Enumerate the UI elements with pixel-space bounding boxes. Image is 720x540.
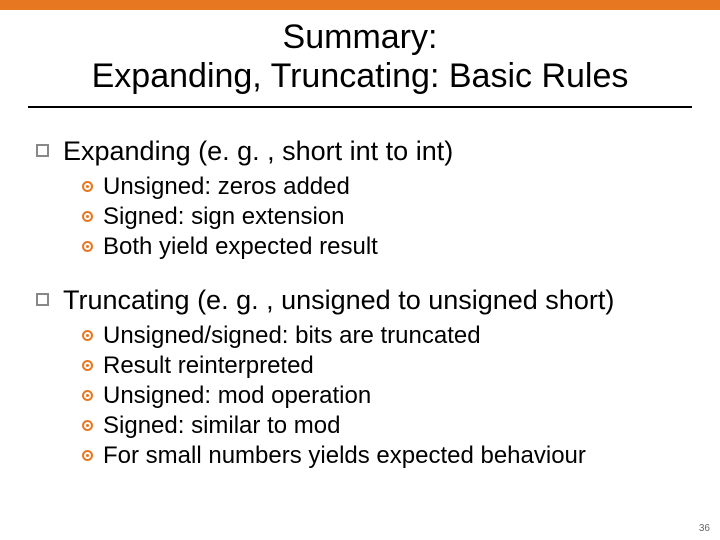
square-bullet-icon: [36, 144, 49, 157]
slide-content: Expanding (e. g. , short int to int) Uns…: [0, 108, 720, 470]
circle-dot-icon: [82, 450, 93, 461]
circle-dot-icon: [82, 420, 93, 431]
section-heading: Expanding (e. g. , short int to int): [63, 136, 453, 167]
bullet-level-2: Unsigned: zeros added: [82, 173, 684, 201]
title-line-1: Summary:: [48, 18, 672, 57]
bullet-level-2: Signed: similar to mod: [82, 412, 684, 440]
sub-item-text: Both yield expected result: [103, 233, 378, 261]
bullet-level-2: Result reinterpreted: [82, 352, 684, 380]
sub-item-text: Signed: sign extension: [103, 203, 345, 231]
bullet-level-2: Signed: sign extension: [82, 203, 684, 231]
accent-bar: [0, 0, 720, 10]
bullet-level-1: Truncating (e. g. , unsigned to unsigned…: [36, 285, 684, 316]
circle-dot-icon: [82, 330, 93, 341]
sub-bullet-group: Unsigned: zeros added Signed: sign exten…: [36, 173, 684, 261]
sub-item-text: Unsigned: mod operation: [103, 382, 371, 410]
sub-item-text: Unsigned/signed: bits are truncated: [103, 322, 481, 350]
circle-dot-icon: [82, 211, 93, 222]
sub-item-text: Result reinterpreted: [103, 352, 314, 380]
title-line-2: Expanding, Truncating: Basic Rules: [48, 57, 672, 96]
section-heading: Truncating (e. g. , unsigned to unsigned…: [63, 285, 614, 316]
sub-item-text: For small numbers yields expected behavi…: [103, 442, 586, 470]
circle-dot-icon: [82, 241, 93, 252]
circle-dot-icon: [82, 360, 93, 371]
bullet-level-2: Unsigned: mod operation: [82, 382, 684, 410]
sub-item-text: Signed: similar to mod: [103, 412, 340, 440]
page-number: 36: [699, 523, 710, 534]
sub-bullet-group: Unsigned/signed: bits are truncated Resu…: [36, 322, 684, 470]
bullet-level-1: Expanding (e. g. , short int to int): [36, 136, 684, 167]
bullet-level-2: Unsigned/signed: bits are truncated: [82, 322, 684, 350]
bullet-level-2: For small numbers yields expected behavi…: [82, 442, 684, 470]
bullet-level-2: Both yield expected result: [82, 233, 684, 261]
sub-item-text: Unsigned: zeros added: [103, 173, 350, 201]
circle-dot-icon: [82, 390, 93, 401]
slide-title: Summary: Expanding, Truncating: Basic Ru…: [28, 10, 692, 108]
square-bullet-icon: [36, 293, 49, 306]
circle-dot-icon: [82, 181, 93, 192]
